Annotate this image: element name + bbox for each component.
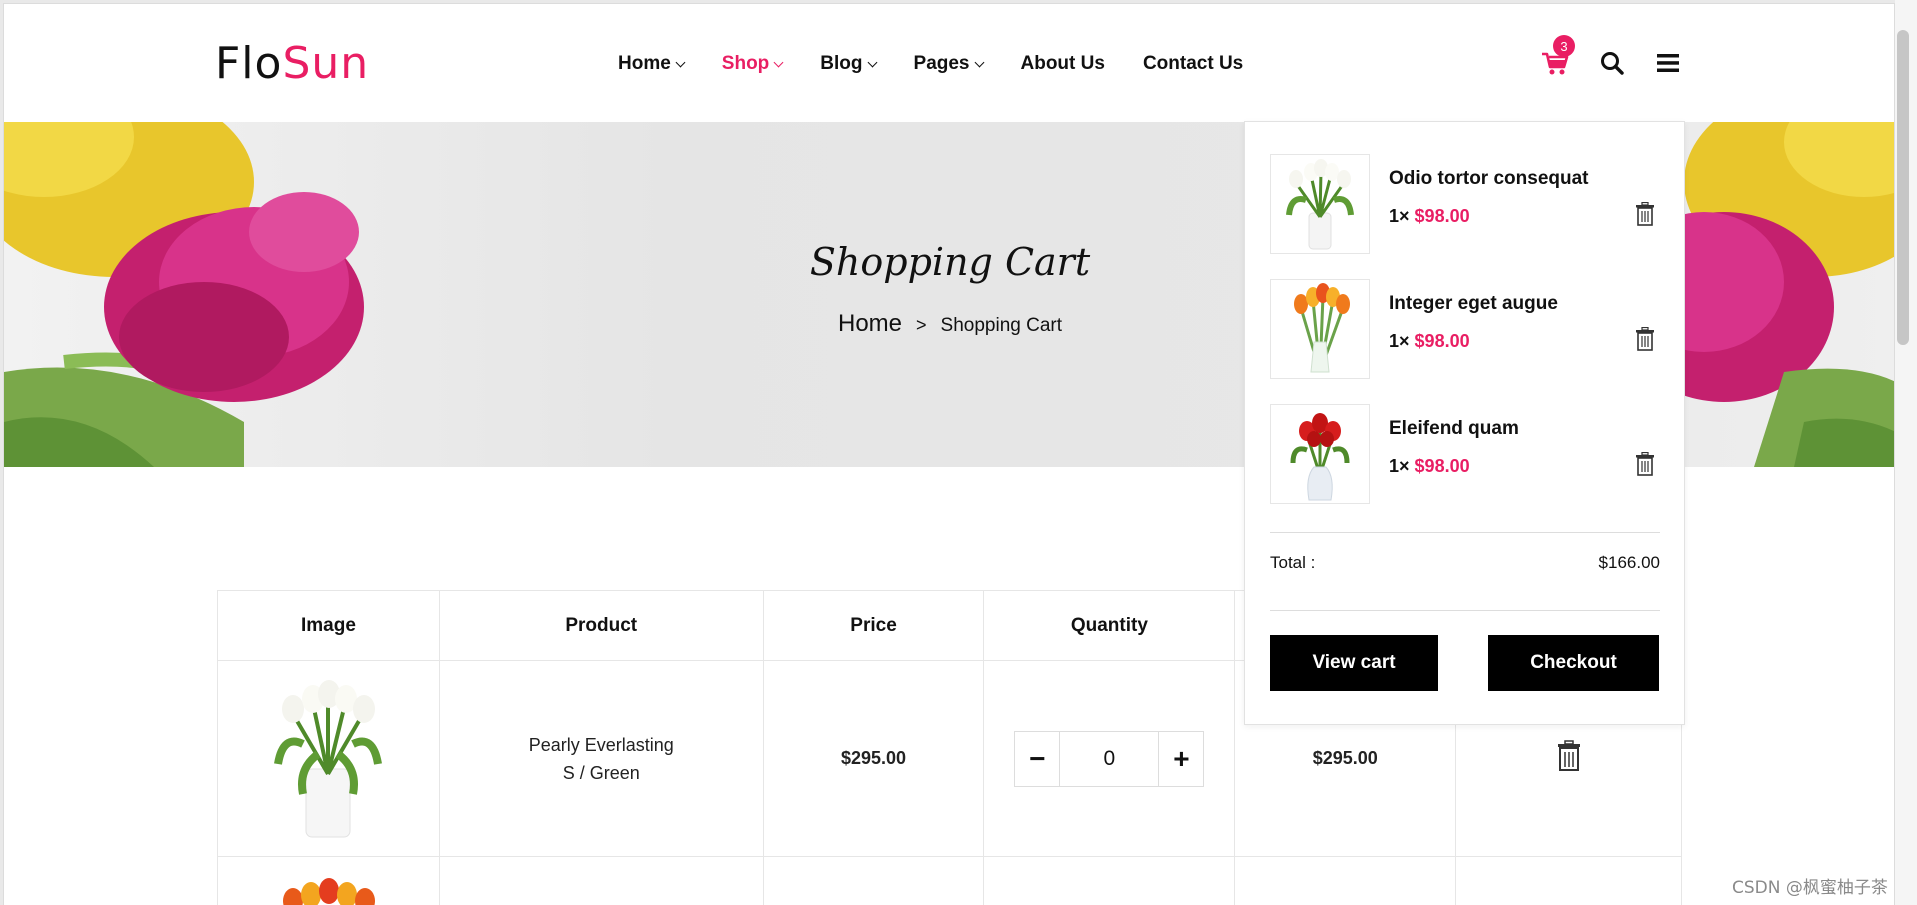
- product-variant: S / Green: [562, 762, 640, 783]
- nav-blog[interactable]: Blog: [820, 53, 877, 75]
- mini-cart-item-name[interactable]: Odio tortor consequat: [1389, 168, 1589, 190]
- mini-cart-item-price: $98.00: [1414, 331, 1470, 351]
- mini-cart-thumbnail[interactable]: [1270, 279, 1370, 379]
- increment-button[interactable]: +: [1159, 732, 1203, 786]
- quantity-cell: [983, 856, 1236, 905]
- nav-shop-label: Shop: [721, 53, 770, 74]
- col-header-quantity: Quantity: [983, 590, 1236, 661]
- page: FloSun Home Shop Blog Pages About Us Con…: [3, 3, 1895, 905]
- nav-home-label: Home: [618, 53, 671, 74]
- trash-icon[interactable]: [1635, 202, 1655, 226]
- mini-cart-item-qty: 1×: [1389, 206, 1410, 226]
- table-row: [217, 856, 1682, 905]
- mini-cart-item-name[interactable]: Integer eget augue: [1389, 293, 1558, 315]
- trash-icon[interactable]: [1556, 740, 1582, 772]
- trash-icon[interactable]: [1635, 327, 1655, 351]
- price-cell: $295.00: [762, 660, 985, 857]
- mini-cart-dropdown: Odio tortor consequat 1× $98.00 Integer …: [1244, 121, 1685, 725]
- mini-cart-item-qty: 1×: [1389, 456, 1410, 476]
- decrement-button[interactable]: −: [1015, 732, 1059, 786]
- nav-blog-label: Blog: [820, 53, 863, 74]
- red-tulips-thumbnail: [1290, 413, 1350, 501]
- nav-contact-us[interactable]: Contact Us: [1143, 53, 1243, 75]
- col-header-product: Product: [438, 590, 764, 661]
- chevron-down-icon: [974, 57, 984, 67]
- breadcrumb-home[interactable]: Home: [838, 310, 902, 337]
- nav-home[interactable]: Home: [618, 53, 686, 75]
- mini-cart-item-price: $98.00: [1414, 206, 1470, 226]
- mini-cart-item-price: $98.00: [1414, 456, 1470, 476]
- mini-cart-divider: [1270, 610, 1660, 611]
- white-tulips-image[interactable]: [263, 674, 393, 839]
- mini-cart-item: Eleifend quam 1× $98.00: [1270, 404, 1660, 504]
- price-cell: [762, 856, 985, 905]
- product-name-cell: Pearly Everlasting S / Green: [438, 660, 764, 857]
- quantity-cell: − 0 +: [983, 660, 1236, 857]
- breadcrumb-separator: >: [916, 315, 927, 335]
- breadcrumb-current: Shopping Cart: [940, 315, 1062, 336]
- chevron-down-icon: [675, 57, 686, 67]
- mini-cart-item-qty: 1×: [1389, 331, 1410, 351]
- product-name[interactable]: Pearly Everlasting: [440, 731, 763, 759]
- quantity-input[interactable]: 0: [1059, 731, 1160, 786]
- mini-cart-thumbnail[interactable]: [1270, 404, 1370, 504]
- line-total: $295.00: [1312, 748, 1378, 768]
- mini-cart-item-name[interactable]: Eleifend quam: [1389, 418, 1519, 440]
- minus-icon: −: [1029, 742, 1046, 774]
- mini-cart-thumbnail[interactable]: [1270, 154, 1370, 254]
- mini-cart-item-qty-price: 1× $98.00: [1389, 331, 1470, 352]
- nav-pages-label: Pages: [913, 53, 970, 74]
- nav-about-us[interactable]: About Us: [1021, 53, 1105, 75]
- mini-cart-total-label: Total :: [1270, 553, 1316, 572]
- product-name-cell: [438, 856, 764, 905]
- orange-tulips-image[interactable]: [273, 871, 383, 905]
- scrollbar-thumb[interactable]: [1897, 30, 1909, 345]
- mini-cart-divider: [1270, 532, 1660, 533]
- remove-cell: [1455, 856, 1682, 905]
- mini-cart-item: Odio tortor consequat 1× $98.00: [1270, 154, 1660, 254]
- total-cell: [1234, 856, 1457, 905]
- col-header-image: Image: [217, 590, 440, 661]
- checkout-button[interactable]: Checkout: [1488, 635, 1659, 691]
- brand-logo-part1: Flo: [215, 38, 283, 89]
- nav-pages[interactable]: Pages: [913, 53, 984, 75]
- hamburger-menu-icon[interactable]: [1657, 53, 1679, 73]
- main-nav: Home Shop Blog Pages About Us Contact Us: [618, 53, 1281, 75]
- plus-icon: +: [1173, 742, 1190, 774]
- product-image-cell: [217, 856, 440, 905]
- mini-cart-item: Integer eget augue 1× $98.00: [1270, 279, 1660, 379]
- chevron-down-icon: [867, 57, 877, 67]
- brand-logo[interactable]: FloSun: [215, 38, 369, 89]
- orange-tulips-thumbnail: [1294, 283, 1350, 373]
- quantity-stepper: − 0 +: [1014, 730, 1205, 787]
- mini-cart-total-value: $166.00: [1598, 553, 1660, 572]
- chevron-down-icon: [773, 57, 784, 67]
- unit-price: $295.00: [840, 748, 907, 768]
- mini-cart-item-qty-price: 1× $98.00: [1389, 206, 1470, 227]
- brand-logo-part2: Sun: [282, 38, 370, 89]
- nav-shop[interactable]: Shop: [721, 53, 784, 75]
- trash-icon[interactable]: [1635, 452, 1655, 476]
- product-image-cell: [217, 660, 440, 857]
- col-header-price: Price: [762, 590, 985, 661]
- nav-contact-us-label: Contact Us: [1142, 53, 1244, 74]
- white-tulips-thumbnail: [1286, 159, 1354, 250]
- mini-cart-item-qty-price: 1× $98.00: [1389, 456, 1470, 477]
- search-icon[interactable]: [1600, 51, 1624, 75]
- view-cart-button[interactable]: View cart: [1270, 635, 1438, 691]
- nav-about-us-label: About Us: [1020, 53, 1105, 74]
- cart-count-badge: 3: [1553, 35, 1575, 57]
- watermark-text: CSDN @枫蜜柚子茶: [1732, 878, 1888, 898]
